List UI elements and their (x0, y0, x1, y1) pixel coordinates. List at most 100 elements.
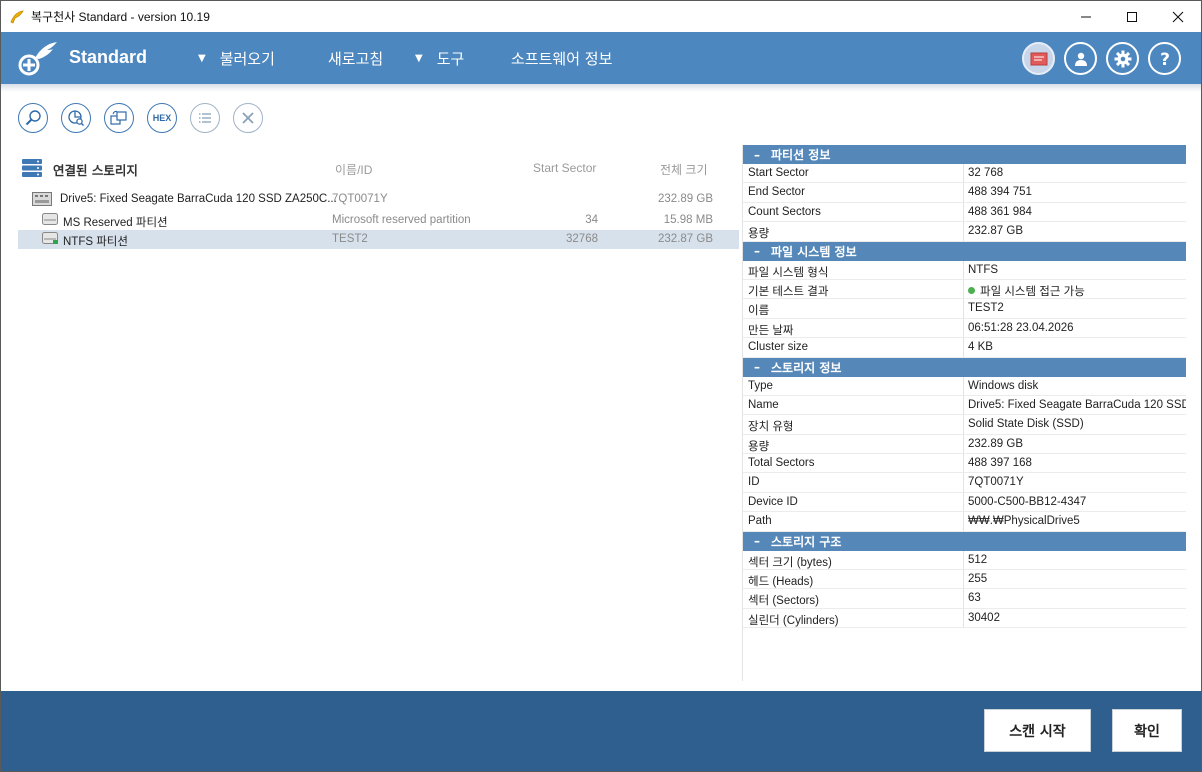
section-title: 스토리지 정보 (771, 360, 842, 375)
prop-key: Total Sectors (743, 454, 964, 473)
header-icon-group: ? (1022, 42, 1181, 75)
properties-panel: – 파티션 정보 Start Sector 32 768 End Sector 48… (742, 145, 1186, 681)
column-header-start[interactable]: Start Sector (533, 161, 596, 175)
row-label: Drive5: Fixed Seagate BarraCuda 120 SSD … (60, 193, 337, 205)
message-icon (1030, 52, 1047, 65)
prop-value: Solid State Disk (SSD) (968, 418, 1084, 431)
prop-row: 파일 시스템 형식 NTFS (743, 260, 1186, 280)
user-button[interactable] (1064, 42, 1097, 75)
footer-bar: 스캔 시작 확인 (1, 691, 1201, 771)
minimize-button[interactable] (1063, 1, 1109, 32)
message-button[interactable] (1022, 42, 1055, 75)
prop-value: 4 KB (968, 341, 993, 354)
partition-search-button[interactable] (61, 103, 91, 133)
prop-key: Name (743, 395, 964, 415)
prop-row: 실린더 (Cylinders) 30402 (743, 608, 1186, 629)
brand-name: Standard (69, 47, 148, 67)
remove-button[interactable] (233, 103, 263, 133)
section-title: 파일 시스템 정보 (771, 244, 857, 259)
row-id: Microsoft reserved partition (332, 214, 471, 226)
row-size: 15.98 MB (663, 214, 713, 226)
section-filesystem-info[interactable]: – 파일 시스템 정보 (743, 241, 1186, 261)
user-icon (1074, 52, 1087, 66)
prop-key: 이름 (743, 299, 964, 318)
prop-key: 실린더 (Cylinders) (743, 608, 964, 628)
prop-row: 기본 테스트 결과 파일 시스템 접근 가능 (743, 279, 1186, 300)
prop-value: 232.89 GB (968, 437, 1023, 450)
tree-row-ntfs[interactable]: NTFS 파티션 TEST2 32768 232.87 GB (18, 230, 739, 249)
prop-value: ₩₩.₩PhysicalDrive5 (968, 515, 1080, 528)
prop-key: 장치 유형 (743, 415, 964, 434)
menu-refresh[interactable]: 새로고침 (328, 48, 383, 69)
prop-value: 63 (968, 592, 981, 605)
ok-button[interactable]: 확인 (1112, 709, 1182, 752)
section-title: 스토리지 구조 (771, 534, 842, 549)
svg-text:?: ? (1160, 50, 1170, 68)
menu-load[interactable]: ▼ 불러오기 (198, 48, 275, 69)
column-header-name[interactable]: 이름/ID (335, 161, 372, 178)
prop-value: 488 397 168 (968, 457, 1032, 470)
section-storage-structure[interactable]: – 스토리지 구조 (743, 531, 1186, 551)
help-icon: ? (1160, 50, 1170, 68)
prop-value: 06:51:28 23.04.2026 (968, 321, 1074, 334)
main-header: Standard ▼ 불러오기 새로고침 ▼ 도구 소프트웨어 정보 ? (1, 32, 1201, 84)
tree-row-drive[interactable]: Drive5: Fixed Seagate BarraCuda 120 SSD … (18, 190, 739, 209)
dropdown-arrow-icon: ▼ (198, 53, 206, 64)
prop-value: 488 361 984 (968, 205, 1032, 218)
column-header-size[interactable]: 전체 크기 (660, 161, 708, 178)
prop-row: Start Sector 32 768 (743, 164, 1186, 184)
prop-value: 32 768 (968, 167, 1004, 179)
prop-value: 488 394 751 (968, 186, 1032, 199)
maximize-button[interactable] (1109, 1, 1155, 32)
prop-value: 30402 (968, 611, 1000, 624)
menu-tools[interactable]: ▼ 도구 (415, 48, 464, 69)
minimize-icon (1081, 16, 1091, 17)
prop-row: End Sector 488 394 751 (743, 183, 1186, 203)
row-label: MS Reserved 파티션 (63, 217, 168, 229)
section-storage-info[interactable]: – 스토리지 정보 (743, 357, 1186, 377)
close-icon (1172, 11, 1184, 22)
status-text: 파일 시스템 접근 가능 (980, 285, 1085, 298)
prop-value: 5000-C500-BB12-4347 (968, 495, 1087, 508)
menu-refresh-label: 새로고침 (328, 50, 384, 68)
prop-key: Cluster size (743, 338, 964, 357)
menu-about[interactable]: 소프트웨어 정보 (511, 48, 612, 69)
storage-stack-icon (22, 159, 42, 177)
prop-value: 512 (968, 553, 988, 566)
prop-row: 이름 TEST2 (743, 299, 1186, 319)
prop-row: Name Drive5: Fixed Seagate BarraCuda 120 … (743, 395, 1186, 416)
toolbar: HEX (18, 103, 263, 133)
drive-icon (32, 192, 52, 206)
help-button[interactable]: ? (1148, 42, 1181, 75)
collapse-icon: – (754, 244, 760, 259)
window-controls (1063, 1, 1201, 32)
list-button[interactable] (190, 103, 220, 133)
section-partition-info[interactable]: – 파티션 정보 (743, 145, 1186, 164)
tree-row-ms-reserved[interactable]: MS Reserved 파티션 Microsoft reserved parti… (18, 211, 739, 230)
prop-key: 용량 (743, 222, 964, 241)
section-title: 파티션 정보 (771, 148, 831, 162)
prop-row: 섹터 크기 (bytes) 512 (743, 550, 1186, 571)
prop-row: ID 7QT0071Y (743, 473, 1186, 493)
app-logo-icon (10, 10, 24, 24)
row-id: 7QT0071Y (332, 193, 388, 205)
prop-row: Device ID 5000-C500-BB12-4347 (743, 492, 1186, 513)
menu-about-label: 소프트웨어 정보 (511, 50, 613, 68)
close-window-button[interactable] (1155, 1, 1201, 32)
search-button[interactable] (18, 103, 48, 133)
collapse-icon: – (754, 534, 760, 549)
prop-value: TEST2 (968, 302, 1004, 315)
prop-key: End Sector (743, 183, 964, 202)
hex-icon: HEX (152, 113, 172, 123)
settings-button[interactable] (1106, 42, 1139, 75)
prop-key: 파일 시스템 형식 (743, 260, 964, 279)
start-scan-button[interactable]: 스캔 시작 (984, 709, 1091, 752)
clone-button[interactable] (104, 103, 134, 133)
prop-row: Type Windows disk (743, 376, 1186, 396)
prop-row: 만든 날짜 06:51:28 23.04.2026 (743, 318, 1186, 339)
hex-button[interactable]: HEX (147, 103, 177, 133)
close-icon (242, 112, 254, 124)
title-bar: 복구천사 Standard - version 10.19 (1, 1, 1201, 32)
header-shadow (1, 84, 1201, 92)
prop-value: 파일 시스템 접근 가능 (964, 280, 1186, 298)
